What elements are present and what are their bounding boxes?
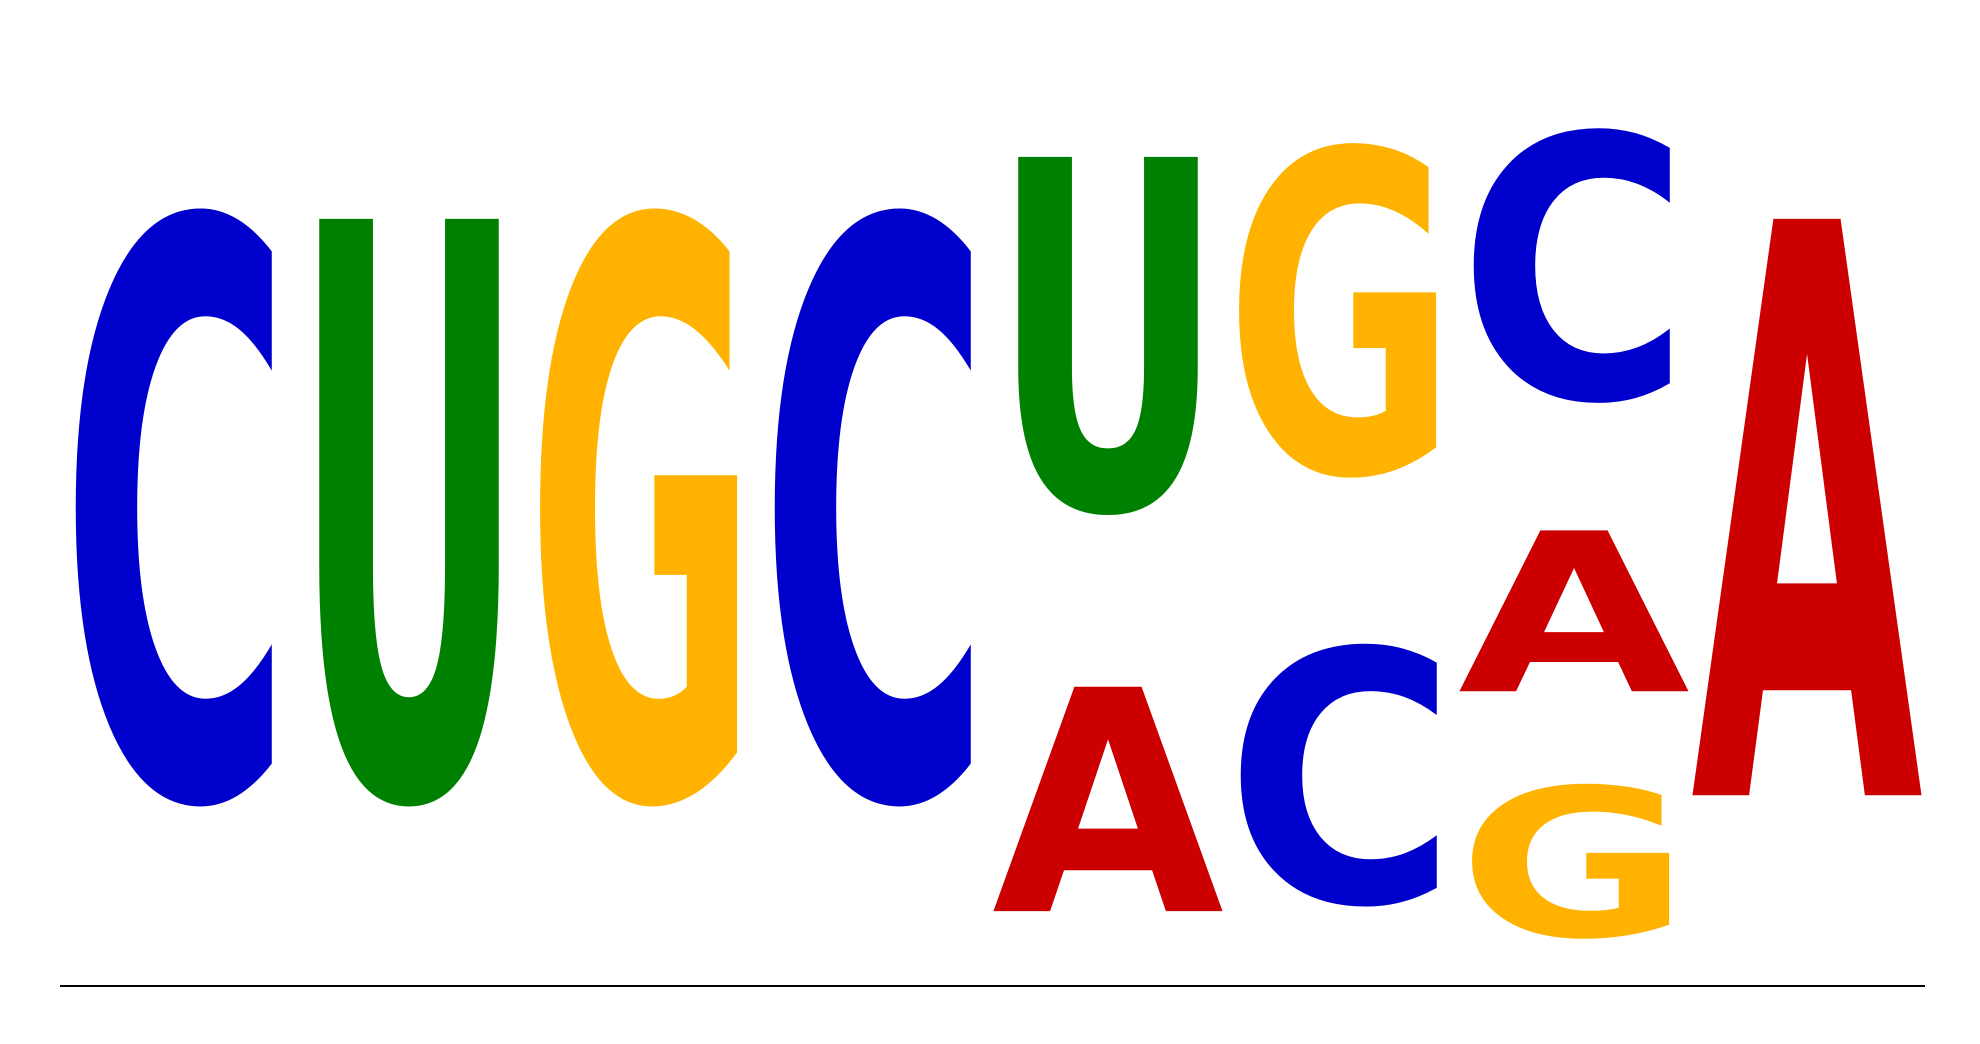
logo-position-7: GAC bbox=[1458, 62, 1692, 985]
logo-position-6: CG bbox=[1225, 60, 1457, 984]
logo-position-8: A bbox=[1691, 61, 1925, 981]
logo-letter-c: C bbox=[1458, 62, 1690, 484]
logo-letter-a: A bbox=[992, 625, 1226, 984]
logo-stacks: C U G C AUCGGAC A bbox=[60, 60, 1925, 985]
logo-letter-c: C bbox=[759, 61, 991, 982]
logo-position-3: G bbox=[526, 63, 758, 983]
logo-position-2: U bbox=[293, 62, 525, 982]
logo-letter-u: U bbox=[992, 62, 1224, 623]
logo-position-1: C bbox=[60, 61, 292, 982]
logo-letter-c: C bbox=[1225, 581, 1457, 985]
logo-letter-c: C bbox=[60, 61, 292, 982]
logo-letter-a: A bbox=[1691, 61, 1925, 981]
logo-letter-u: U bbox=[293, 62, 525, 982]
logo-letter-g: G bbox=[1225, 60, 1457, 576]
logo-letter-a: A bbox=[1458, 487, 1692, 744]
logo-position-4: C bbox=[759, 61, 991, 982]
logo-letter-g: G bbox=[526, 63, 758, 983]
sequence-logo: C U G C AUCGGAC A bbox=[60, 60, 1925, 987]
logo-letter-g: G bbox=[1458, 747, 1690, 985]
logo-position-5: AU bbox=[992, 62, 1226, 984]
